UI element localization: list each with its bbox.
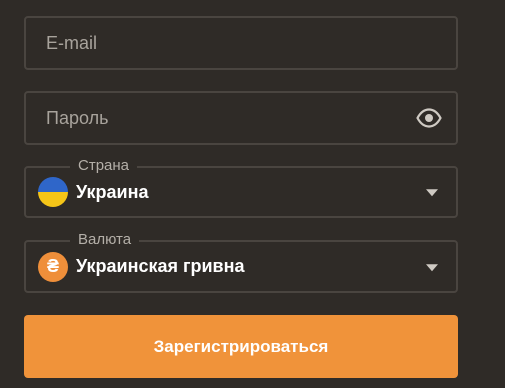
- email-field[interactable]: [24, 16, 458, 70]
- password-field[interactable]: [24, 91, 458, 145]
- password-input[interactable]: [26, 93, 456, 143]
- hryvnia-icon: ₴: [38, 251, 68, 282]
- ukraine-flag-icon: [38, 177, 68, 207]
- currency-select[interactable]: Валюта ₴ Украинская гривна: [24, 231, 458, 293]
- country-select-row[interactable]: Украина: [38, 168, 456, 216]
- eye-icon[interactable]: [416, 108, 442, 128]
- chevron-down-icon[interactable]: [426, 189, 438, 197]
- email-input[interactable]: [26, 18, 456, 68]
- country-select[interactable]: Страна Украина: [24, 157, 458, 218]
- country-value: Украина: [76, 181, 149, 202]
- currency-value: Украинская гривна: [76, 256, 245, 276]
- register-button[interactable]: Зарегистрироваться: [24, 315, 458, 378]
- currency-select-row[interactable]: ₴ Украинская гривна: [38, 242, 456, 291]
- chevron-down-icon[interactable]: [426, 263, 438, 271]
